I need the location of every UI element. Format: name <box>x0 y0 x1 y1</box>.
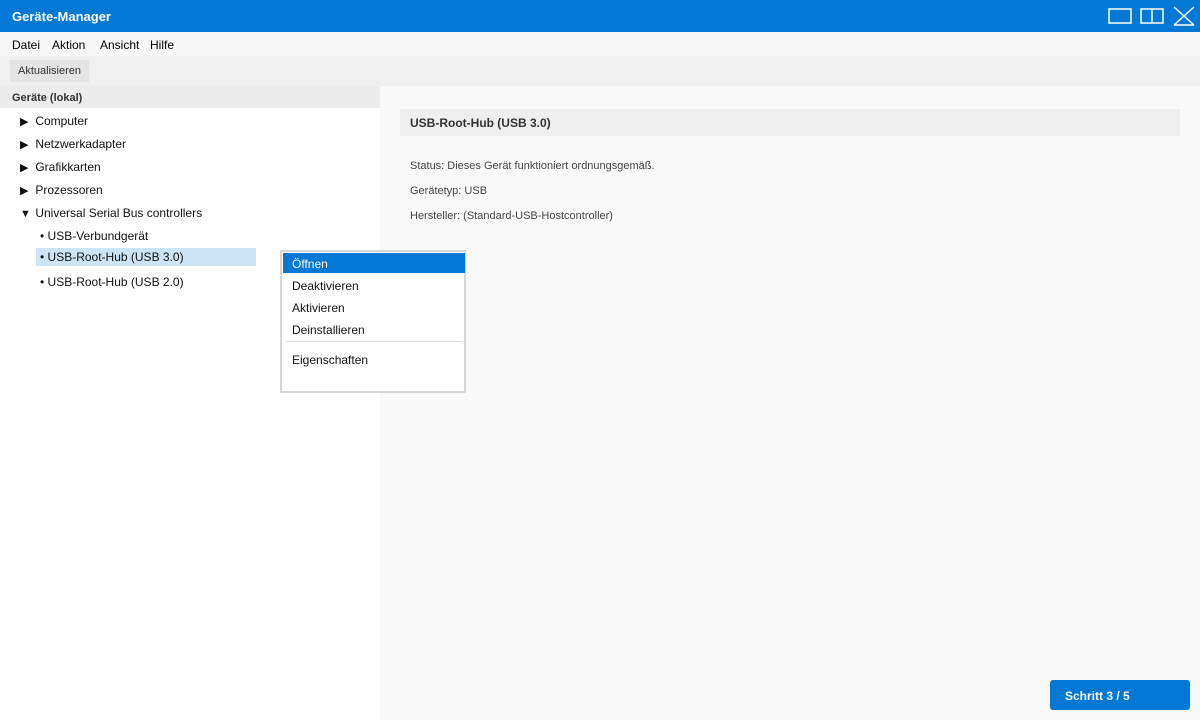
tree-item-usb-root-hub-3[interactable]: • USB-Root-Hub (USB 3.0) <box>36 248 256 266</box>
expand-arrow-icon[interactable]: ▶ <box>20 138 32 151</box>
refresh-button[interactable]: Aktualisieren <box>10 60 89 82</box>
tree-item-label: Grafikkarten <box>35 160 101 174</box>
tree-item-computer[interactable]: ▶ Computer <box>20 114 88 132</box>
tree-item-netzwerkadapter[interactable]: ▶ Netzwerkadapter <box>20 137 126 155</box>
menu-ansicht[interactable]: Ansicht <box>100 38 139 52</box>
collapse-arrow-icon[interactable]: ▼ <box>20 208 32 220</box>
menu-bar: Datei Aktion Ansicht Hilfe <box>0 32 1200 56</box>
tree-item-label: Universal Serial Bus controllers <box>35 206 203 220</box>
context-menu-properties[interactable]: Eigenschaften <box>283 349 465 369</box>
context-menu-separator <box>286 341 462 342</box>
tree-item-usb-controllers[interactable]: ▼ Universal Serial Bus controllers <box>20 206 202 224</box>
tree-item-grafikkarten[interactable]: ▶ Grafikkarten <box>20 160 101 178</box>
expand-arrow-icon[interactable]: ▶ <box>20 161 32 174</box>
context-menu-uninstall[interactable]: Deinstallieren <box>283 319 465 339</box>
details-type: Gerätetyp: USB <box>410 185 488 197</box>
tree-item-usb-verbundgeraet[interactable]: • USB-Verbundgerät <box>36 227 152 245</box>
tree-item-label: Computer <box>35 114 89 128</box>
details-status: Status: Dieses Gerät funktioniert ordnun… <box>410 160 655 172</box>
menu-aktion[interactable]: Aktion <box>52 38 85 52</box>
context-menu-enable[interactable]: Aktivieren <box>283 297 465 317</box>
expand-arrow-icon[interactable]: ▶ <box>20 184 32 197</box>
expand-arrow-icon[interactable]: ▶ <box>20 115 32 128</box>
tree-item-prozessoren[interactable]: ▶ Prozessoren <box>20 183 103 201</box>
tree-item-usb-root-hub-2[interactable]: • USB-Root-Hub (USB 2.0) <box>36 273 188 291</box>
menu-hilfe[interactable]: Hilfe <box>150 38 174 52</box>
tree-item-label: Netzwerkadapter <box>35 137 127 151</box>
title-bar: Geräte-Manager <box>0 0 1200 32</box>
split-view-icon[interactable] <box>1140 4 1164 28</box>
restore-icon[interactable] <box>1108 4 1132 28</box>
tree-header: Geräte (lokal) <box>0 86 380 108</box>
step-indicator: Schritt 3 / 5 <box>1050 680 1190 710</box>
details-manufacturer: Hersteller: (Standard-USB-Hostcontroller… <box>410 210 613 222</box>
device-tree-pane: Geräte (lokal) ▶ Computer ▶ Netzwerkadap… <box>0 86 380 720</box>
tree-item-label: Prozessoren <box>35 183 103 197</box>
close-icon[interactable] <box>1172 4 1196 28</box>
window-title: Geräte-Manager <box>12 9 111 24</box>
menu-datei[interactable]: Datei <box>12 38 40 52</box>
context-menu-open[interactable]: Öffnen <box>283 253 465 273</box>
details-title: USB-Root-Hub (USB 3.0) <box>400 109 1180 136</box>
toolbar: Aktualisieren <box>0 56 1200 86</box>
details-pane: USB-Root-Hub (USB 3.0) Status: Dieses Ge… <box>380 86 1200 720</box>
context-menu: Öffnen Deaktivieren Aktivieren Deinstall… <box>280 250 466 393</box>
context-menu-disable[interactable]: Deaktivieren <box>283 275 465 295</box>
